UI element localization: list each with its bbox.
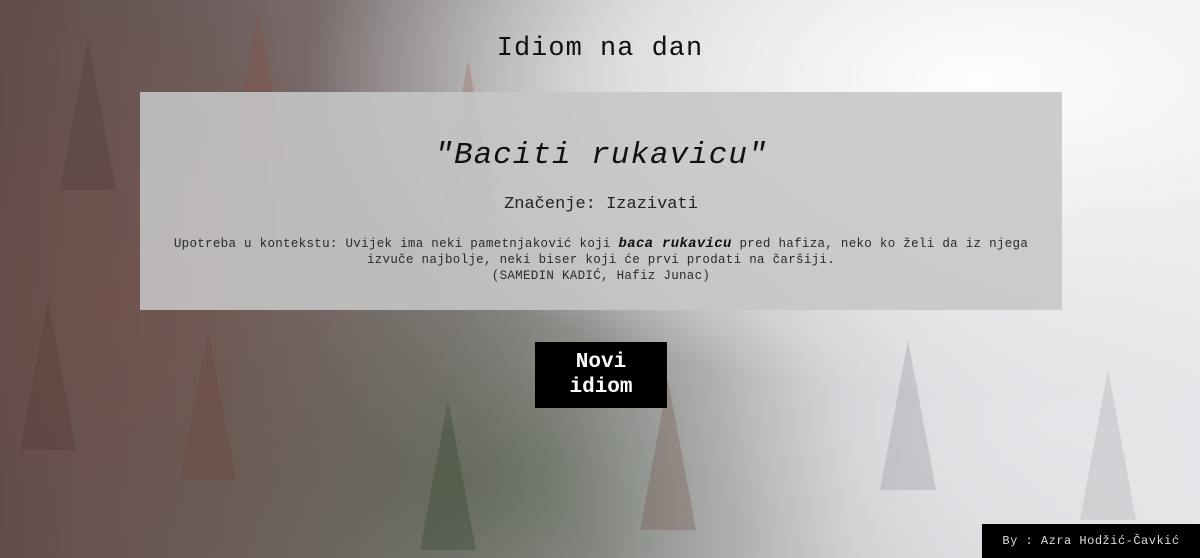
tree-shape [180,330,236,480]
idiom-card: "Baciti rukavicu" Značenje: Izazivati Up… [140,92,1062,310]
tree-shape [880,340,936,490]
meaning-label: Značenje: [504,195,596,214]
idiom-text: "Baciti rukavicu" [434,138,768,173]
context-source: (SAMEDIN KADIĆ, Hafiz Junac) [491,269,711,283]
page-title: Idiom na dan [496,34,704,64]
idiom-meaning: Značenje: Izazivati [140,195,1062,214]
author-credit: By : Azra Hodžić-Čavkić [982,524,1200,558]
context-highlight: baca rukavicu [618,236,732,252]
meaning-value: Izazivati [606,195,698,214]
context-text-before: Uvijek ima neki pametnjaković koji [345,237,611,251]
new-idiom-button-label: Novi idiom [569,351,633,399]
tree-shape [1080,370,1136,520]
idiom-context: Upotreba u kontekstu: Uvijek ima neki pa… [148,236,1054,284]
tree-shape [20,300,76,450]
tree-shape [420,400,476,550]
context-label: Upotreba u kontekstu: [173,237,338,251]
new-idiom-button[interactable]: Novi idiom [535,342,667,408]
